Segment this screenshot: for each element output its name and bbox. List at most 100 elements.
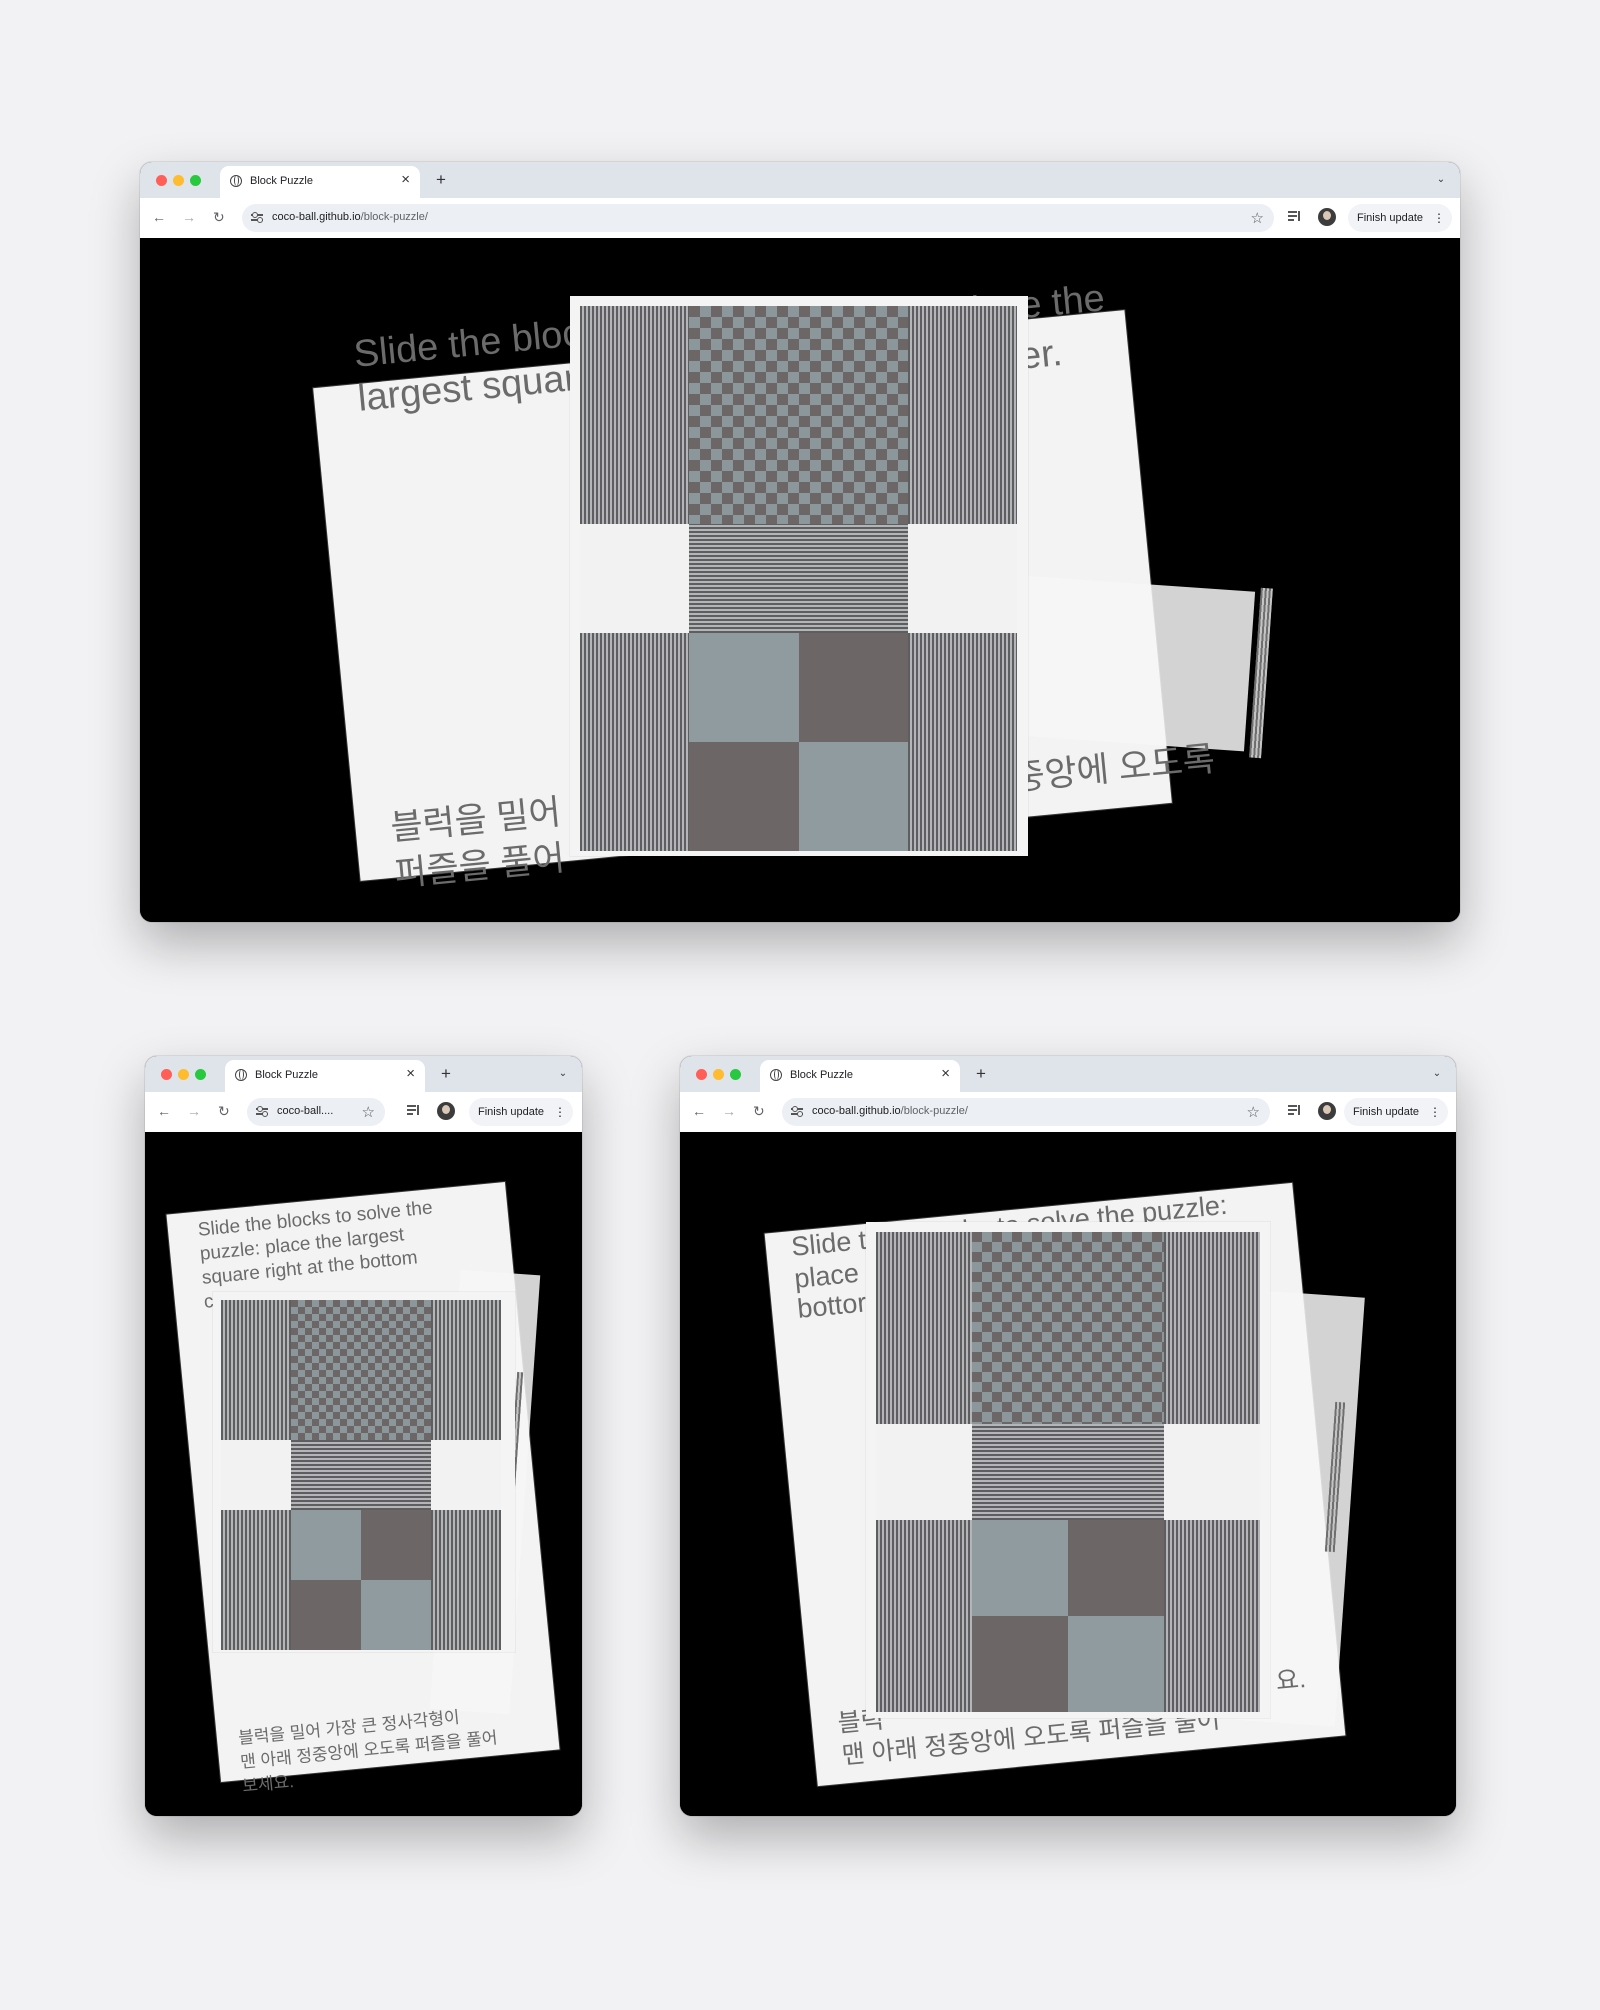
browser-window-medium: Block Puzzle × + ⌄ ← → ↻ coco-ball.githu…	[680, 1056, 1456, 1816]
reading-list-icon[interactable]	[1288, 1103, 1302, 1117]
forward-button[interactable]: →	[187, 1102, 201, 1120]
close-window-button[interactable]	[156, 175, 167, 186]
tab-title: Block Puzzle	[255, 1069, 318, 1081]
menu-kebab-icon[interactable]: ⋮	[554, 1105, 566, 1119]
tab-search-button[interactable]: ⌄	[1432, 171, 1450, 189]
vertical-bar-left-bottom[interactable]	[221, 1510, 291, 1650]
forward-button[interactable]: →	[182, 208, 196, 226]
vertical-bar-right-top[interactable]	[1164, 1232, 1260, 1424]
close-tab-icon[interactable]: ×	[401, 172, 410, 188]
small-square-1[interactable]	[689, 633, 799, 742]
horizontal-bar[interactable]	[972, 1424, 1164, 1520]
url-path: /block-puzzle/	[900, 1105, 968, 1117]
finish-update-label: Finish update	[1357, 212, 1424, 224]
menu-kebab-icon[interactable]: ⋮	[1429, 1105, 1441, 1119]
toolbar: ← → ↻ coco-ball.github.io/block-puzzle/ …	[140, 198, 1460, 239]
tab-search-button[interactable]: ⌄	[554, 1065, 572, 1083]
address-bar[interactable]: coco-ball.github.io/block-puzzle/ ☆	[242, 204, 1274, 232]
small-square-1[interactable]	[291, 1510, 361, 1580]
site-settings-icon[interactable]	[251, 212, 263, 224]
largest-square[interactable]	[291, 1300, 431, 1440]
zoom-window-button[interactable]	[730, 1069, 741, 1080]
tab-search-button[interactable]: ⌄	[1428, 1065, 1446, 1083]
back-button[interactable]: ←	[152, 208, 166, 226]
profile-avatar[interactable]	[437, 1102, 455, 1120]
reload-button[interactable]: ↻	[753, 1102, 765, 1120]
vertical-bar-right-bottom[interactable]	[1164, 1520, 1260, 1712]
largest-square[interactable]	[689, 306, 908, 524]
small-square-2[interactable]	[1068, 1520, 1164, 1616]
url-text[interactable]: coco-ball.github.io/block-puzzle/	[812, 1105, 968, 1117]
url-text[interactable]: coco-ball....	[277, 1105, 333, 1117]
vertical-bar-left-bottom[interactable]	[580, 633, 689, 851]
close-tab-icon[interactable]: ×	[941, 1066, 950, 1082]
reading-list-icon[interactable]	[1288, 209, 1302, 223]
site-settings-icon[interactable]	[256, 1106, 268, 1118]
back-button[interactable]: ←	[692, 1102, 706, 1120]
small-square-4[interactable]	[1068, 1616, 1164, 1712]
finish-update-label: Finish update	[1353, 1106, 1420, 1118]
close-tab-icon[interactable]: ×	[406, 1066, 415, 1082]
url-text[interactable]: coco-ball.github.io/block-puzzle/	[272, 211, 428, 223]
tab-strip: Block Puzzle × + ⌄	[140, 162, 1460, 198]
bookmark-star-icon[interactable]: ☆	[1247, 1103, 1260, 1121]
vertical-bar-right-top[interactable]	[908, 306, 1017, 524]
tab-block-puzzle[interactable]: Block Puzzle ×	[760, 1060, 960, 1092]
finish-update-button[interactable]: Finish update ⋮	[469, 1098, 573, 1126]
vertical-bar-left-top[interactable]	[221, 1300, 291, 1440]
instructions-ko-line1b: 요.	[1274, 1665, 1308, 1696]
small-square-2[interactable]	[799, 633, 908, 742]
horizontal-bar[interactable]	[291, 1440, 431, 1510]
finish-update-button[interactable]: Finish update ⋮	[1344, 1098, 1448, 1126]
globe-icon	[770, 1069, 782, 1081]
bookmark-star-icon[interactable]: ☆	[362, 1103, 375, 1121]
new-tab-button[interactable]: +	[441, 1065, 451, 1082]
small-square-2[interactable]	[361, 1510, 431, 1580]
tab-block-puzzle[interactable]: Block Puzzle ×	[225, 1060, 425, 1092]
new-tab-button[interactable]: +	[436, 171, 446, 188]
minimize-window-button[interactable]	[178, 1069, 189, 1080]
reload-button[interactable]: ↻	[213, 208, 225, 226]
browser-window-small: Block Puzzle × + ⌄ ← → ↻ coco-ball.... ☆…	[145, 1056, 582, 1816]
site-settings-icon[interactable]	[791, 1106, 803, 1118]
vertical-bar-right-bottom[interactable]	[908, 633, 1017, 851]
address-bar[interactable]: coco-ball.github.io/block-puzzle/ ☆	[782, 1098, 1270, 1126]
new-tab-button[interactable]: +	[976, 1065, 986, 1082]
vertical-bar-left-top[interactable]	[580, 306, 689, 524]
vertical-bar-right-top[interactable]	[431, 1300, 501, 1440]
zoom-window-button[interactable]	[195, 1069, 206, 1080]
profile-avatar[interactable]	[1318, 208, 1336, 226]
instructions-en-line3: bottor	[796, 1287, 868, 1324]
tab-block-puzzle[interactable]: Block Puzzle ×	[220, 166, 420, 198]
page-viewport: Slide the bloc largest squar lace the er…	[140, 238, 1460, 922]
minimize-window-button[interactable]	[713, 1069, 724, 1080]
zoom-window-button[interactable]	[190, 175, 201, 186]
close-window-button[interactable]	[161, 1069, 172, 1080]
minimize-window-button[interactable]	[173, 175, 184, 186]
reading-list-icon[interactable]	[407, 1103, 421, 1117]
forward-button[interactable]: →	[722, 1102, 736, 1120]
profile-avatar[interactable]	[1318, 1102, 1336, 1120]
small-square-1[interactable]	[972, 1520, 1068, 1616]
small-square-4[interactable]	[361, 1580, 431, 1650]
reload-button[interactable]: ↻	[218, 1102, 230, 1120]
small-square-4[interactable]	[799, 742, 908, 851]
bookmark-star-icon[interactable]: ☆	[1251, 209, 1264, 227]
vertical-bar-left-top[interactable]	[876, 1232, 972, 1424]
address-bar[interactable]: coco-ball.... ☆	[247, 1098, 385, 1126]
page-viewport: Slide t blocks to solve the puzzle: plac…	[680, 1132, 1456, 1816]
puzzle-field	[876, 1232, 1260, 1712]
close-window-button[interactable]	[696, 1069, 707, 1080]
vertical-bar-left-bottom[interactable]	[876, 1520, 972, 1712]
horizontal-bar[interactable]	[689, 524, 908, 633]
small-square-3[interactable]	[689, 742, 799, 851]
small-square-3[interactable]	[972, 1616, 1068, 1712]
finish-update-button[interactable]: Finish update ⋮	[1348, 204, 1452, 232]
toolbar: ← → ↻ coco-ball.github.io/block-puzzle/ …	[680, 1092, 1456, 1133]
back-button[interactable]: ←	[157, 1102, 171, 1120]
menu-kebab-icon[interactable]: ⋮	[1433, 211, 1445, 225]
globe-icon	[230, 175, 242, 187]
vertical-bar-right-bottom[interactable]	[431, 1510, 501, 1650]
largest-square[interactable]	[972, 1232, 1164, 1424]
small-square-3[interactable]	[291, 1580, 361, 1650]
